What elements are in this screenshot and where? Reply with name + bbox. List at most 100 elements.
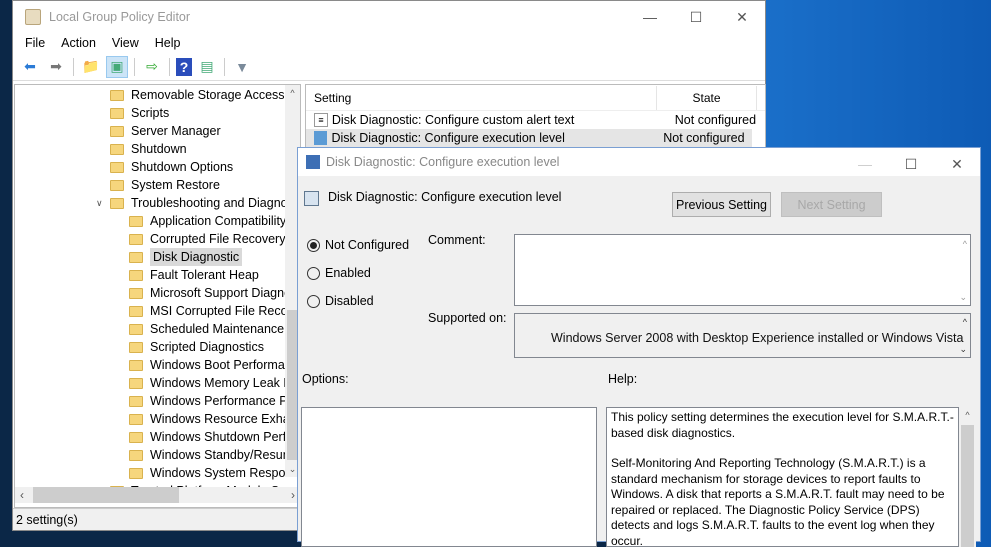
help-scroll-thumb[interactable] (961, 425, 974, 547)
scroll-down-icon[interactable]: ⌄ (959, 292, 967, 303)
tree-item[interactable]: Windows Performance PerfT (115, 392, 301, 410)
help-icon[interactable]: ? (176, 57, 192, 76)
help-pane: This policy setting determines the execu… (606, 407, 959, 547)
folder-icon (129, 449, 143, 461)
minimize-button[interactable]: — (627, 1, 673, 33)
tree-item[interactable]: Windows System Responsive (115, 464, 300, 482)
dialog-minimize-button: — (858, 156, 872, 172)
folder-icon (129, 431, 143, 443)
toolbar: ⬅ ➡ 📁 ▣ ⇨ ? ▤ ▼ (13, 53, 765, 81)
tree-item[interactable]: Fault Tolerant Heap (115, 266, 259, 284)
menu-view[interactable]: View (104, 36, 147, 50)
help-scrollbar[interactable]: ^ (959, 407, 976, 547)
tree-item-label: Scripted Diagnostics (150, 340, 264, 354)
column-header-state[interactable]: State (657, 85, 757, 110)
tree-item[interactable]: Windows Boot Performance (115, 356, 300, 374)
tree-item-label: Scripts (131, 106, 170, 120)
tree-item[interactable]: Windows Standby/Resume F (115, 446, 300, 464)
folder-icon (129, 395, 143, 407)
help-label: Help: (608, 372, 638, 386)
tree-item-label: Windows Performance PerfT (150, 394, 301, 408)
title-bar: Local Group Policy Editor — ☐ ✕ (13, 1, 765, 33)
folder-icon (129, 467, 143, 479)
chevron-down-icon[interactable]: ∨ (96, 194, 110, 212)
tree-item[interactable]: System Restore (96, 176, 220, 194)
list-row-selected[interactable]: Disk Diagnostic: Configure execution lev… (306, 129, 752, 147)
action-pane-icon[interactable]: ▤ (196, 56, 218, 78)
tree-item[interactable]: ∨ Troubleshooting and Diagnostic (96, 194, 300, 212)
setting-name: Disk Diagnostic: Configure execution lev… (331, 131, 565, 145)
folder-icon (129, 269, 143, 281)
tree-item-label: MSI Corrupted File Recovery (150, 304, 301, 318)
menu-bar: File Action View Help (13, 33, 765, 53)
radio-enabled[interactable]: Enabled (307, 266, 371, 280)
up-folder-icon[interactable]: 📁 (80, 56, 102, 78)
tree-item[interactable]: Windows Resource Exhaustio (115, 410, 300, 428)
tree-item[interactable]: Server Manager (96, 122, 221, 140)
tree-item[interactable]: Microsoft Support Diagnosti (115, 284, 300, 302)
folder-icon (129, 413, 143, 425)
folder-icon (129, 377, 143, 389)
help-paragraph: Self-Monitoring And Reporting Technology… (611, 456, 945, 547)
setting-icon (314, 131, 328, 145)
tree-item-label: Fault Tolerant Heap (150, 268, 259, 282)
tree-item-label: Removable Storage Access (131, 88, 285, 102)
maximize-button[interactable]: ☐ (673, 1, 719, 33)
tree-item[interactable]: Disk Diagnostic (115, 248, 243, 266)
scroll-up-icon[interactable]: ^ (963, 239, 967, 249)
folder-icon (129, 215, 143, 227)
menu-action[interactable]: Action (53, 36, 104, 50)
folder-icon (129, 233, 143, 245)
tree-item-label: Windows Shutdown Perform (150, 430, 301, 444)
tree-horizontal-scrollbar[interactable]: ‹ › (15, 487, 300, 503)
tree-item-label: Application Compatibility D (150, 214, 299, 228)
comment-textarea[interactable]: ^ ⌄ (514, 234, 971, 306)
tree-item[interactable]: Windows Shutdown Perform (115, 428, 301, 446)
show-hide-tree-icon[interactable]: ▣ (106, 55, 128, 78)
filter-icon[interactable]: ▼ (231, 56, 253, 78)
folder-icon (110, 161, 124, 173)
next-setting-button: Next Setting (781, 192, 882, 217)
forward-arrow-icon[interactable]: ➡ (45, 56, 67, 78)
tree-hscroll-thumb[interactable] (33, 487, 179, 503)
radio-disabled[interactable]: Disabled (307, 294, 374, 308)
policy-computer-icon (306, 155, 320, 169)
tree-item[interactable]: Shutdown (96, 140, 187, 158)
menu-help[interactable]: Help (147, 36, 189, 50)
column-header-setting[interactable]: Setting (306, 85, 657, 110)
tree-pane[interactable]: Removable Storage Access Scripts Server Ma… (14, 84, 301, 508)
tree-item[interactable]: Corrupted File Recovery (115, 230, 285, 248)
tree-item[interactable]: MSI Corrupted File Recovery (115, 302, 301, 320)
folder-icon (129, 251, 143, 263)
radio-not-configured[interactable]: Not Configured (307, 238, 409, 252)
setting-name: Disk Diagnostic: Configure custom alert … (331, 113, 575, 127)
scroll-down-icon[interactable]: ⌄ (959, 344, 967, 355)
list-row[interactable]: ≡ Disk Diagnostic: Configure custom aler… (306, 111, 765, 129)
tree-item[interactable]: Scripted Diagnostics (115, 338, 264, 356)
dialog-title-bar: Disk Diagnostic: Configure execution lev… (298, 148, 980, 176)
folder-icon (129, 323, 143, 335)
export-list-icon[interactable]: ⇨ (141, 56, 163, 78)
back-arrow-icon[interactable]: ⬅ (19, 56, 41, 78)
scroll-up-icon[interactable]: ^ (963, 317, 967, 327)
radio-label: Disabled (325, 294, 374, 308)
close-button[interactable]: ✕ (719, 1, 765, 33)
menu-file[interactable]: File (17, 36, 53, 50)
tree-item[interactable]: Scripts (96, 104, 169, 122)
tree-item[interactable]: Application Compatibility D (115, 212, 299, 230)
tree-item-label: Shutdown Options (131, 160, 234, 174)
folder-icon (110, 89, 124, 101)
dialog-close-button[interactable]: ✕ (934, 148, 980, 180)
folder-icon (110, 197, 124, 209)
supported-on-value: Windows Server 2008 with Desktop Experie… (551, 331, 964, 345)
folder-icon (129, 341, 143, 353)
tree-item[interactable]: Shutdown Options (96, 158, 233, 176)
tree-item[interactable]: Scheduled Maintenance (115, 320, 284, 338)
previous-setting-button[interactable]: Previous Setting (672, 192, 771, 217)
tree-item[interactable]: Removable Storage Access (96, 86, 285, 104)
folder-icon (110, 143, 124, 155)
folder-icon (110, 179, 124, 191)
dialog-maximize-button[interactable]: ☐ (888, 148, 934, 180)
tree-item-label: Scheduled Maintenance (150, 322, 285, 336)
tree-item[interactable]: Windows Memory Leak Diag (115, 374, 300, 392)
